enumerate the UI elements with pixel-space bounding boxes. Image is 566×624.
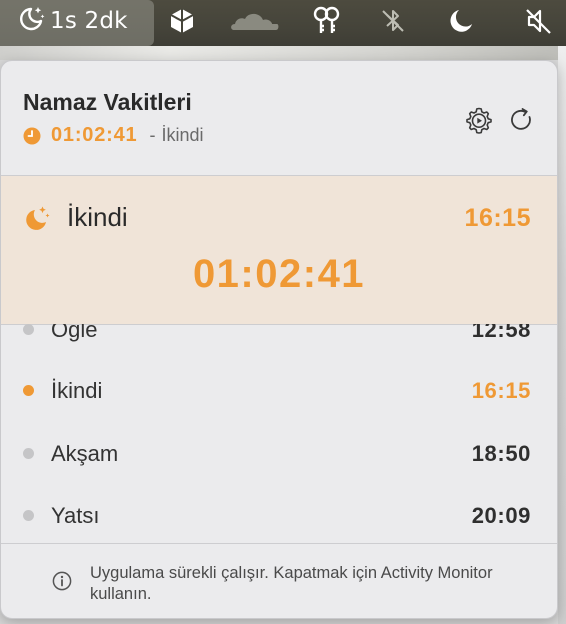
prayer-time: 18:50 bbox=[471, 441, 531, 466]
moon-stars-icon bbox=[18, 4, 46, 38]
prayer-status-dot bbox=[23, 385, 34, 396]
desktop-background-right bbox=[558, 46, 566, 624]
prayer-status-dot bbox=[23, 448, 34, 459]
prayer-row-yatsi: Yatsı 20:09 bbox=[1, 496, 557, 536]
cloudflare-icon[interactable] bbox=[228, 0, 280, 42]
settings-icon bbox=[466, 107, 492, 134]
moon-icon[interactable] bbox=[446, 0, 476, 42]
current-prayer-name: İkindi bbox=[67, 202, 128, 232]
desktop-background bbox=[0, 46, 566, 60]
prayer-name: İkindi bbox=[51, 378, 103, 403]
prayer-status-dot bbox=[23, 510, 34, 521]
header-next-prayer: İkindi bbox=[161, 125, 204, 145]
keys-icon[interactable] bbox=[310, 0, 342, 42]
bluetooth-off-icon[interactable] bbox=[378, 0, 408, 42]
menu-bar: 1s 2dk bbox=[0, 0, 566, 46]
current-prayer-countdown: 01:02:41 bbox=[192, 252, 366, 296]
dropbox-icon[interactable] bbox=[166, 0, 198, 42]
prayer-name: Akşam bbox=[51, 441, 119, 466]
popover-footer: Uygulama sürekli çalışır. Kapatmak için … bbox=[1, 544, 557, 618]
menubar-timer-label: 1s 2dk bbox=[50, 8, 128, 34]
header-separator: - bbox=[149, 125, 156, 145]
refresh-icon bbox=[511, 108, 531, 130]
prayer-row-ikindi: İkindi 16:15 bbox=[1, 371, 557, 411]
prayer-row-ogle: Öğle 12:58 bbox=[1, 324, 557, 350]
prayer-status-dot bbox=[23, 324, 34, 335]
header-countdown-row: 01:02:41 - İkindi bbox=[23, 124, 204, 147]
app-title: Namaz Vakitleri bbox=[23, 89, 192, 115]
prayer-time: 20:09 bbox=[471, 503, 531, 528]
prayer-name: Yatsı bbox=[51, 503, 100, 528]
popover-header: Namaz Vakitleri 01:02:41 - İkindi bbox=[1, 61, 557, 175]
current-prayer-time: 16:15 bbox=[464, 204, 531, 232]
footer-info-text: Uygulama sürekli çalışır. Kapatmak için … bbox=[90, 564, 493, 603]
header-countdown: 01:02:41 bbox=[51, 124, 138, 146]
current-prayer-panel: İkindi 16:15 01:02:41 bbox=[1, 176, 557, 324]
prayer-row-aksam: Akşam 18:50 bbox=[1, 434, 557, 474]
moon-stars-icon bbox=[26, 206, 50, 230]
prayer-time: 12:58 bbox=[471, 324, 531, 342]
prayer-list: Öğle 12:58 İkindi 16:15 Akşam 18:50 Yats… bbox=[1, 324, 557, 542]
prayer-time: 16:15 bbox=[471, 378, 531, 403]
refresh-button[interactable] bbox=[507, 105, 537, 135]
prayer-times-popover: Namaz Vakitleri 01:02:41 - İkindi İkindi… bbox=[0, 60, 558, 619]
clock-icon bbox=[23, 127, 41, 144]
info-icon bbox=[52, 571, 72, 591]
menubar-prayer-timer[interactable]: 1s 2dk bbox=[18, 0, 128, 42]
settings-button[interactable] bbox=[464, 105, 494, 135]
prayer-name: Öğle bbox=[51, 324, 98, 342]
mute-icon[interactable] bbox=[522, 0, 554, 42]
